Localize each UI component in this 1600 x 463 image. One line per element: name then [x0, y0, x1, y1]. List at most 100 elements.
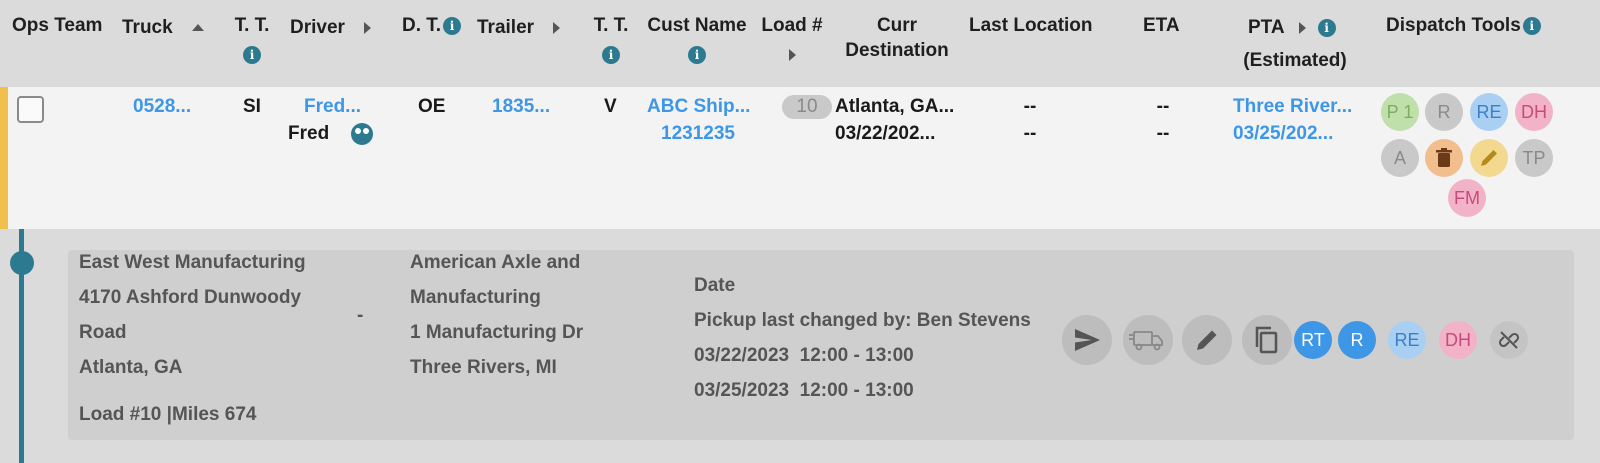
- info-icon[interactable]: i: [1317, 18, 1336, 37]
- send-button[interactable]: [1062, 315, 1112, 365]
- col-last-location-label: Last Location: [969, 15, 1093, 36]
- customer-link[interactable]: ABC Ship... 1231235: [647, 93, 751, 147]
- col-curr-dest-label-2: Destination: [845, 40, 949, 61]
- delivery-window: 03/25/2023 12:00 - 13:00: [694, 380, 914, 401]
- expand-right-icon[interactable]: [788, 48, 796, 61]
- info-icon[interactable]: i: [1522, 16, 1541, 35]
- expand-right-icon[interactable]: [553, 21, 561, 34]
- col-driver[interactable]: Driver: [290, 15, 372, 40]
- origin-address-2: Road: [79, 322, 127, 343]
- col-truck-label: Truck: [122, 17, 173, 38]
- truck-link[interactable]: 0528...: [133, 93, 191, 120]
- info-icon[interactable]: i: [443, 16, 462, 35]
- origin-name: East West Manufacturing: [79, 252, 306, 273]
- edit-stop-button[interactable]: [1182, 315, 1232, 365]
- origin-block: East West Manufacturing 4170 Ashford Dun…: [79, 245, 306, 385]
- origin-address-1: 4170 Ashford Dunwoody: [79, 287, 302, 308]
- last-location: -- --: [1020, 93, 1040, 147]
- customer-id: 1231235: [661, 123, 735, 144]
- eta-2: --: [1156, 123, 1170, 144]
- pta-date: 03/25/202...: [1233, 123, 1334, 144]
- col-ops-team[interactable]: Ops Team: [12, 13, 102, 38]
- trash-icon: [1436, 148, 1452, 167]
- schedule-block: Date Pickup last changed by: Ben Stevens…: [694, 268, 1031, 408]
- r-button[interactable]: R: [1338, 321, 1376, 359]
- unlink-button[interactable]: [1490, 321, 1528, 359]
- tool-a-button[interactable]: A: [1381, 139, 1419, 177]
- unlink-icon: [1498, 331, 1520, 349]
- last-location-1: --: [1023, 96, 1037, 117]
- table-row[interactable]: 0528... SI Fred... Fred OE 1835... V ABC…: [0, 87, 1600, 229]
- col-load-num[interactable]: Load #: [760, 13, 824, 67]
- col-cust-name-label: Cust Name: [647, 15, 747, 36]
- team-driver-icon[interactable]: [351, 122, 374, 145]
- send-icon: [1075, 329, 1100, 351]
- col-tt1-label: T. T.: [234, 15, 270, 36]
- trailer-type: V: [604, 96, 617, 117]
- origin-city: Atlanta, GA: [79, 357, 183, 378]
- info-icon[interactable]: i: [243, 45, 261, 64]
- col-trailer-label: Trailer: [477, 17, 535, 38]
- tool-re-button[interactable]: RE: [1470, 93, 1508, 131]
- col-curr-dest-label-1: Curr: [876, 15, 918, 36]
- tool-tp-button[interactable]: TP: [1515, 139, 1553, 177]
- col-dt-label: D. T.: [402, 15, 442, 36]
- trailer-link[interactable]: 1835...: [492, 93, 550, 120]
- col-dispatch-tools[interactable]: Dispatch Tools i: [1386, 13, 1541, 38]
- col-dispatch-tools-label: Dispatch Tools: [1386, 15, 1521, 36]
- route-separator: -: [357, 305, 364, 326]
- tool-p1-button[interactable]: P 1: [1381, 93, 1419, 131]
- col-cust-name[interactable]: Cust Name i: [647, 13, 747, 67]
- col-load-num-label: Load #: [761, 15, 823, 36]
- rt-button[interactable]: RT: [1294, 321, 1332, 359]
- row-select-checkbox[interactable]: [17, 96, 44, 123]
- tool-delete-button[interactable]: [1425, 139, 1463, 177]
- col-tt1[interactable]: T. T. i: [234, 13, 270, 67]
- truck-icon: [1129, 331, 1163, 351]
- col-eta-label: ETA: [1143, 15, 1180, 36]
- info-icon[interactable]: i: [602, 45, 620, 64]
- customer-name: ABC Ship...: [647, 96, 751, 117]
- tool-dh-button[interactable]: DH: [1515, 93, 1553, 131]
- col-driver-label: Driver: [290, 17, 345, 38]
- timeline-stop-dot: [10, 251, 34, 275]
- col-tt2[interactable]: T. T. i: [593, 13, 629, 67]
- pickup-changed-by: Pickup last changed by: Ben Stevens: [694, 310, 1031, 331]
- dest-name-2: Manufacturing: [410, 287, 541, 308]
- curr-dest-city: Atlanta, GA...: [835, 96, 955, 117]
- last-location-2: --: [1023, 123, 1037, 144]
- load-detail-panel: East West Manufacturing 4170 Ashford Dun…: [68, 250, 1574, 440]
- copy-icon: [1255, 326, 1278, 354]
- driver-link[interactable]: Fred...: [304, 93, 361, 120]
- col-curr-destination[interactable]: Curr Destination: [843, 13, 951, 63]
- col-pta[interactable]: PTA i (Estimated): [1240, 15, 1350, 73]
- curr-dest-date: 03/22/202...: [835, 123, 936, 144]
- dh-button[interactable]: DH: [1439, 321, 1477, 359]
- truck-button[interactable]: [1123, 315, 1173, 365]
- col-truck[interactable]: Truck: [122, 15, 204, 40]
- expand-right-icon[interactable]: [1298, 21, 1306, 34]
- load-info: Load #10 |Miles 674: [79, 404, 257, 425]
- driver-name-group: Fred: [288, 120, 374, 147]
- sort-asc-icon[interactable]: [191, 24, 204, 32]
- col-last-location[interactable]: Last Location: [969, 13, 1093, 38]
- col-pta-label-2: (Estimated): [1243, 50, 1347, 71]
- tool-edit-button[interactable]: [1470, 139, 1508, 177]
- destination-block: American Axle and Manufacturing 1 Manufa…: [410, 245, 583, 385]
- col-tt2-label: T. T.: [593, 15, 629, 36]
- dest-address: 1 Manufacturing Dr: [410, 322, 584, 343]
- dest-city: Three Rivers, MI: [410, 357, 557, 378]
- load-count-badge: 10: [782, 95, 832, 119]
- col-trailer[interactable]: Trailer: [477, 15, 561, 40]
- col-eta[interactable]: ETA: [1143, 13, 1180, 38]
- copy-button[interactable]: [1242, 315, 1292, 365]
- tool-r-button[interactable]: R: [1425, 93, 1463, 131]
- driver-type: OE: [418, 96, 446, 117]
- pta-link[interactable]: Three River... 03/25/202...: [1233, 93, 1352, 147]
- expand-right-icon[interactable]: [364, 21, 372, 34]
- pickup-window: 03/22/2023 12:00 - 13:00: [694, 345, 914, 366]
- col-dt[interactable]: D. T. i: [402, 13, 462, 38]
- re-button[interactable]: RE: [1388, 321, 1426, 359]
- info-icon[interactable]: i: [688, 45, 706, 64]
- tool-fm-button[interactable]: FM: [1448, 179, 1486, 217]
